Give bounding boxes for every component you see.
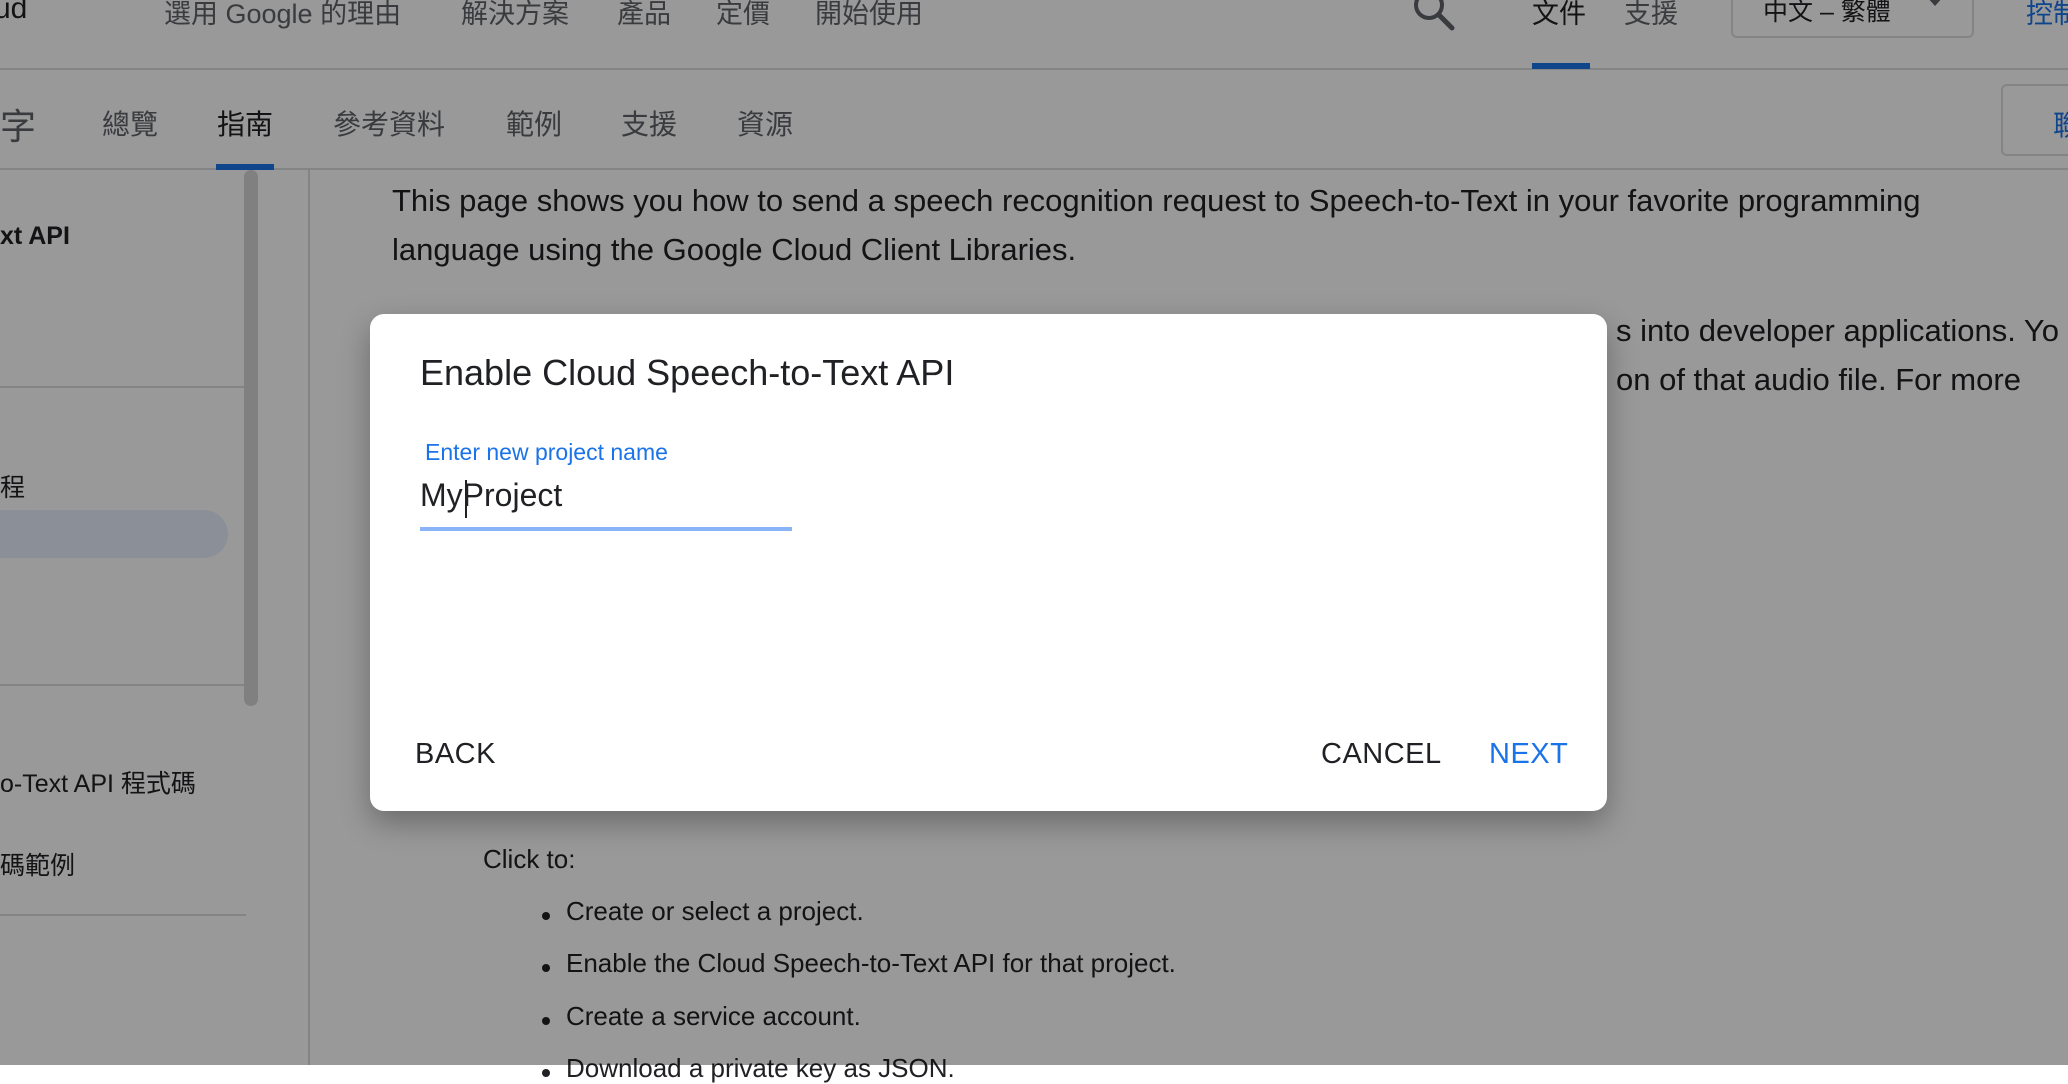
next-button[interactable]: NEXT xyxy=(1489,738,1568,771)
list-bullet xyxy=(542,1069,550,1077)
enable-api-dialog: Enable Cloud Speech-to-Text API Enter ne… xyxy=(370,314,1607,811)
cancel-button[interactable]: CANCEL xyxy=(1321,738,1442,771)
text-cursor xyxy=(465,480,467,518)
project-name-label: Enter new project name xyxy=(425,439,668,465)
project-name-input[interactable]: MyProject xyxy=(420,477,562,514)
dialog-title: Enable Cloud Speech-to-Text API xyxy=(420,352,955,393)
back-button[interactable]: BACK xyxy=(415,738,496,771)
project-name-input-underline xyxy=(420,527,792,531)
